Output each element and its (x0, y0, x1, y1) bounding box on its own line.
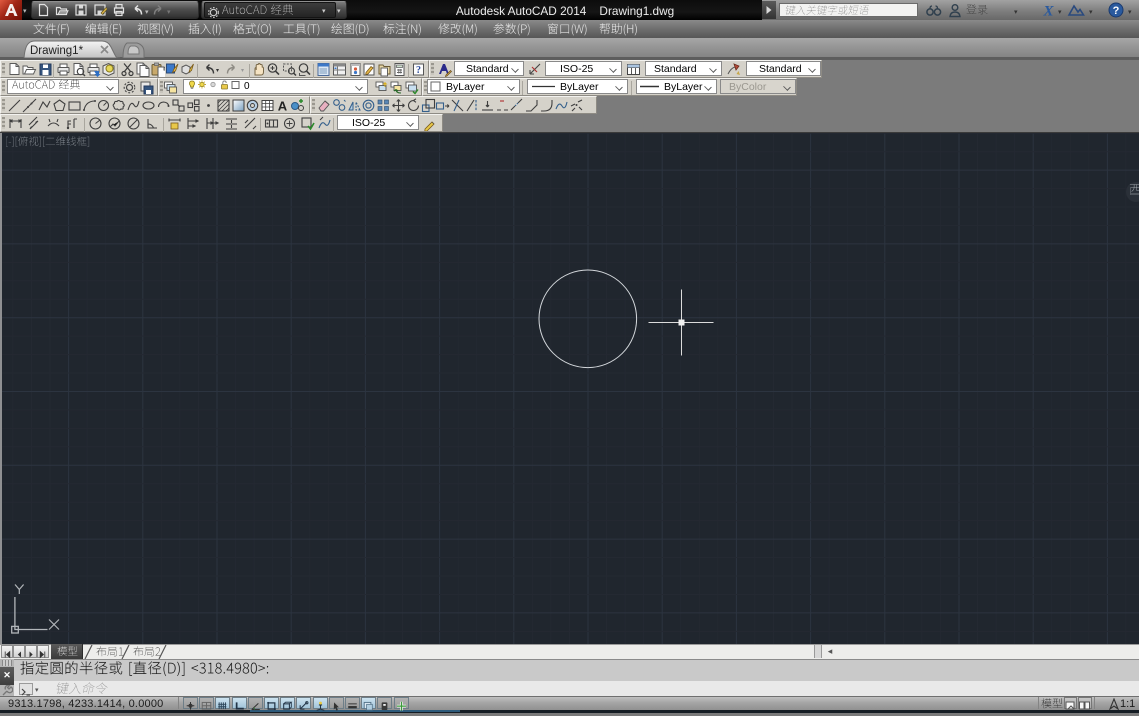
svg-text:?: ? (416, 65, 421, 76)
svg-text:X: X (1042, 4, 1054, 19)
svg-text:Drawing1*: Drawing1* (30, 45, 84, 57)
svg-text:A: A (278, 99, 288, 114)
svg-text:0: 0 (244, 81, 250, 92)
svg-text:?: ? (1113, 5, 1120, 17)
